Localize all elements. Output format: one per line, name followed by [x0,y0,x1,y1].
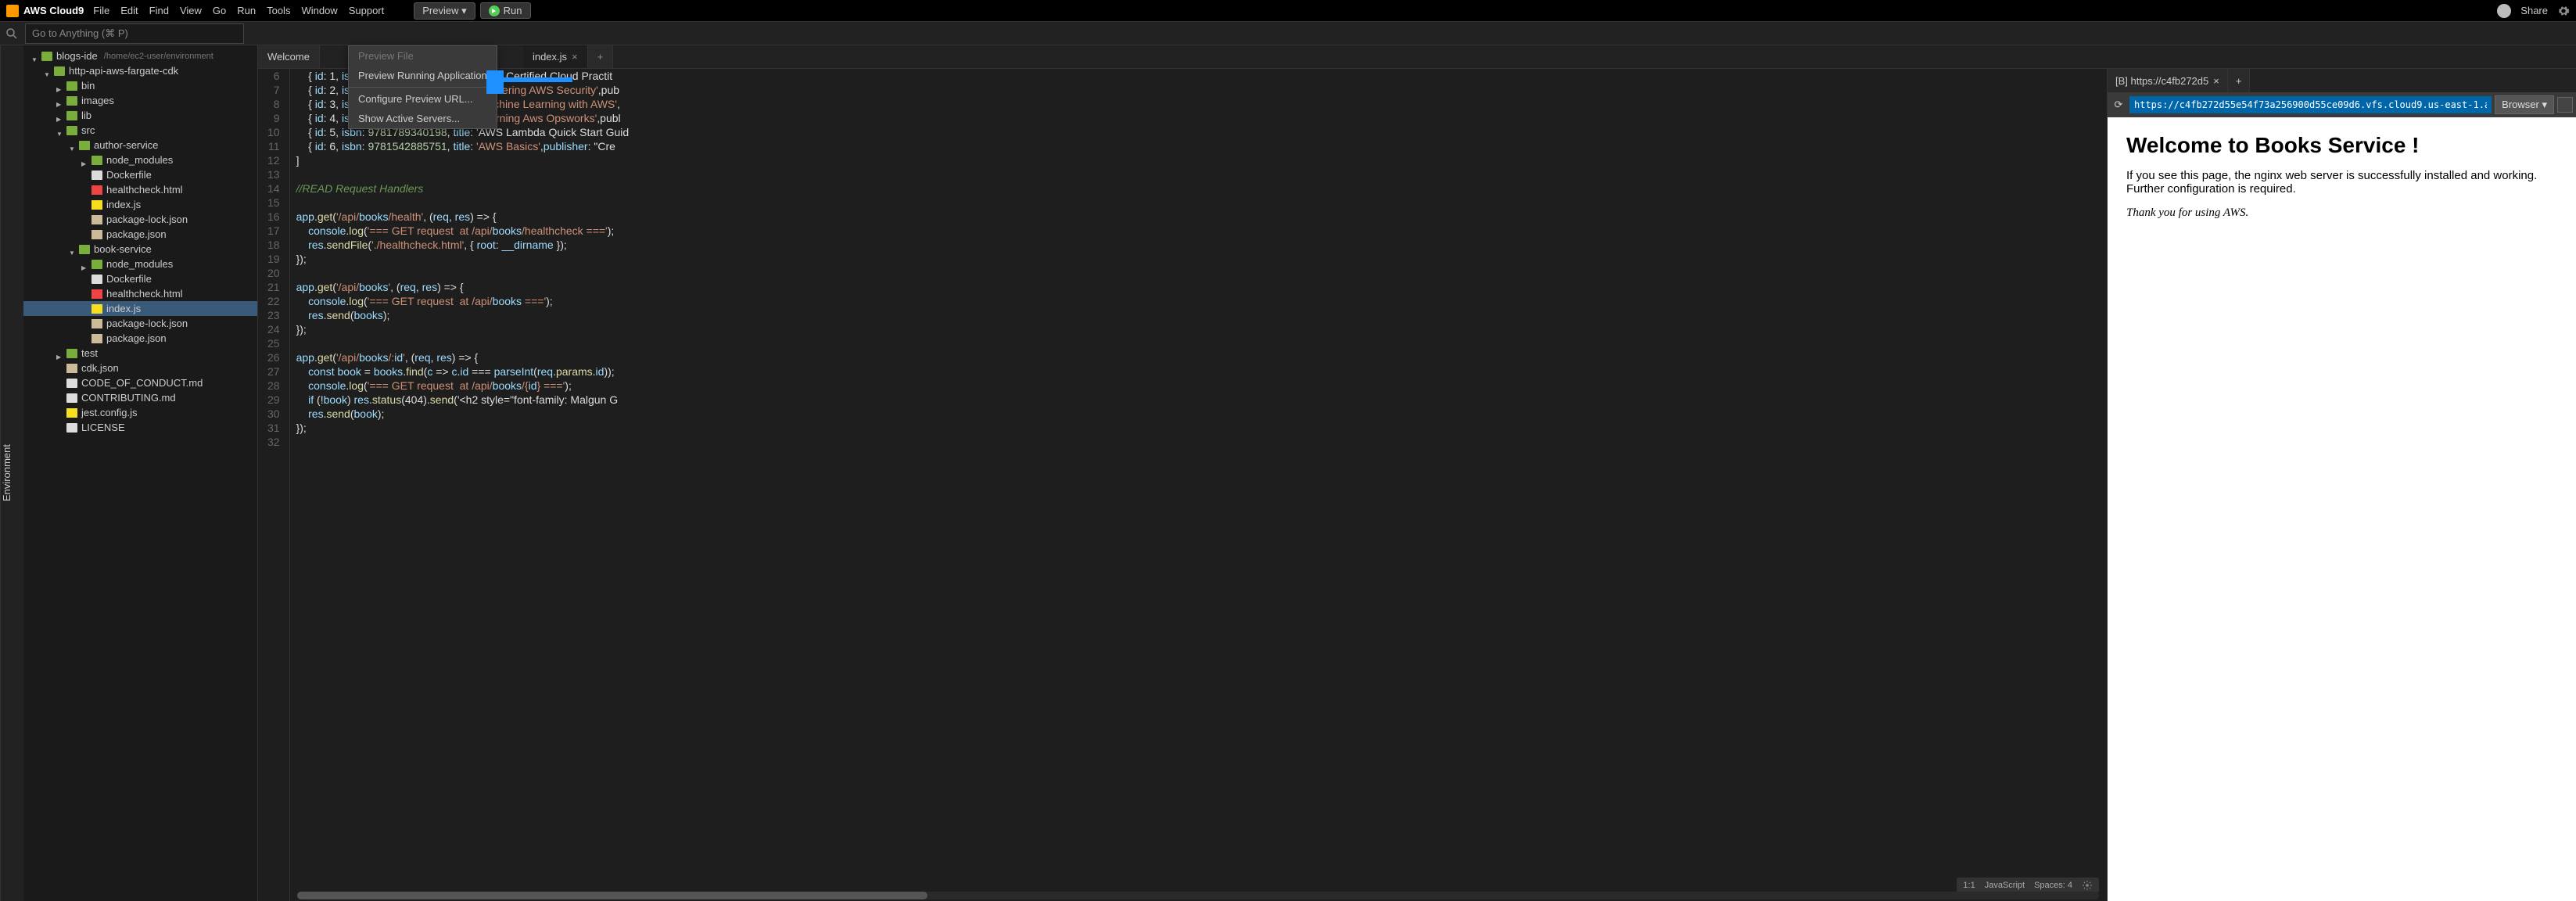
share-button[interactable]: Share [2520,5,2548,16]
editor-status: 1:1 JavaScript Spaces: 4 [1957,878,2099,893]
search-icon[interactable] [5,27,19,41]
tab-plus[interactable]: + [2228,69,2251,92]
menu-run[interactable]: Run [237,5,256,16]
close-icon[interactable]: × [2213,75,2219,87]
menubar: AWS Cloud9 File Edit Find View Go Run Tools Win… [0,0,2576,22]
menu-support[interactable]: Support [349,5,385,16]
tab-index[interactable]: index.js× [523,45,588,68]
tree-item[interactable]: package.json [23,331,257,346]
tree-item[interactable]: index.js [23,301,257,316]
close-icon[interactable]: × [572,51,578,63]
preview-tab[interactable]: [B] https://c4fb272d5× [2108,69,2228,92]
cursor-pos[interactable]: 1:1 [1963,881,1975,890]
menu-find[interactable]: Find [149,5,169,16]
preview-footer: Thank you for using AWS. [2126,206,2557,220]
gutter: 6789101112131415161718192021222324252627… [258,69,290,901]
tree-item[interactable]: book-service [23,242,257,257]
tree-item[interactable]: LICENSE [23,420,257,435]
preview-dropdown: Preview FilePreview Running Application C… [348,45,497,129]
lang-mode[interactable]: JavaScript [1985,881,2025,890]
tree-item[interactable]: healthcheck.html [23,182,257,197]
preview-heading: Welcome to Books Service ! [2126,133,2557,158]
menu-window[interactable]: Window [301,5,337,16]
preview-content: Welcome to Books Service ! If you see th… [2108,117,2576,901]
environment-rail[interactable]: Environment [0,45,23,901]
tree-item[interactable]: Dockerfile [23,167,257,182]
tab-welcome[interactable]: Welcome [258,45,320,68]
dropdown-item: Preview File [349,46,497,66]
dropdown-item[interactable]: Preview Running Application [349,66,497,85]
file-tree: blogs-ide /home/ec2-user/environment htt… [23,45,258,901]
user-avatar-icon[interactable] [2497,4,2511,18]
tree-item[interactable]: cdk.json [23,361,257,375]
goto-input[interactable]: Go to Anything (⌘ P) [25,23,244,44]
tree-item[interactable]: node_modules [23,153,257,167]
tree-item[interactable]: images [23,93,257,108]
indent-mode[interactable]: Spaces: 4 [2034,881,2072,890]
menu-file[interactable]: File [93,5,109,16]
toolbar: Go to Anything (⌘ P) [0,22,2576,45]
tree-item[interactable]: index.js [23,197,257,212]
plus-icon[interactable]: + [597,51,604,63]
menu-edit[interactable]: Edit [120,5,138,16]
dropdown-item[interactable]: Show Active Servers... [349,109,497,128]
tree-item[interactable]: jest.config.js [23,405,257,420]
tree-root[interactable]: blogs-ide /home/ec2-user/environment [23,48,257,63]
tree-item[interactable]: src [23,123,257,138]
tree-item[interactable]: Dockerfile [23,271,257,286]
tree-item[interactable]: bin [23,78,257,93]
dropdown-item[interactable]: Configure Preview URL... [349,89,497,109]
annotation-arrow [486,70,580,96]
plus-icon[interactable]: + [2236,75,2242,87]
tree-item[interactable]: CONTRIBUTING.md [23,390,257,405]
gear-icon[interactable] [2082,880,2093,891]
tree-item[interactable]: CODE_OF_CONDUCT.md [23,375,257,390]
popout-icon[interactable] [2557,97,2573,113]
tree-item[interactable]: package-lock.json [23,212,257,227]
tree-item[interactable]: author-service [23,138,257,153]
menu-view[interactable]: View [180,5,202,16]
tree-item[interactable]: lib [23,108,257,123]
gear-icon[interactable] [2557,5,2570,17]
preview-url-input[interactable] [2129,96,2492,113]
tree-item[interactable]: node_modules [23,257,257,271]
preview-button[interactable]: Preview ▾ [414,2,475,20]
code-editor[interactable]: 6789101112131415161718192021222324252627… [258,69,2107,901]
tree-item[interactable]: http-api-aws-fargate-cdk [23,63,257,78]
tab-plus[interactable]: + [588,45,614,68]
browser-button[interactable]: Browser ▾ [2495,95,2554,114]
tree-item[interactable]: healthcheck.html [23,286,257,301]
menu-go[interactable]: Go [213,5,226,16]
tree-item[interactable]: package-lock.json [23,316,257,331]
preview-pane: [B] https://c4fb272d5× + ⟳ Browser ▾ Wel… [2107,69,2576,901]
menu-tools[interactable]: Tools [267,5,290,16]
preview-body: If you see this page, the nginx web serv… [2126,169,2557,196]
run-button[interactable]: Run [480,2,531,19]
tree-item[interactable]: package.json [23,227,257,242]
tree-item[interactable]: test [23,346,257,361]
brand: AWS Cloud9 [23,5,84,16]
preview-urlbar: ⟳ Browser ▾ [2108,92,2576,117]
aws-logo [6,5,19,17]
editor-tabs: Welcome index.js× + Preview FilePreview … [258,45,2576,69]
horizontal-scrollbar[interactable] [297,892,2099,899]
reload-icon[interactable]: ⟳ [2111,97,2126,113]
